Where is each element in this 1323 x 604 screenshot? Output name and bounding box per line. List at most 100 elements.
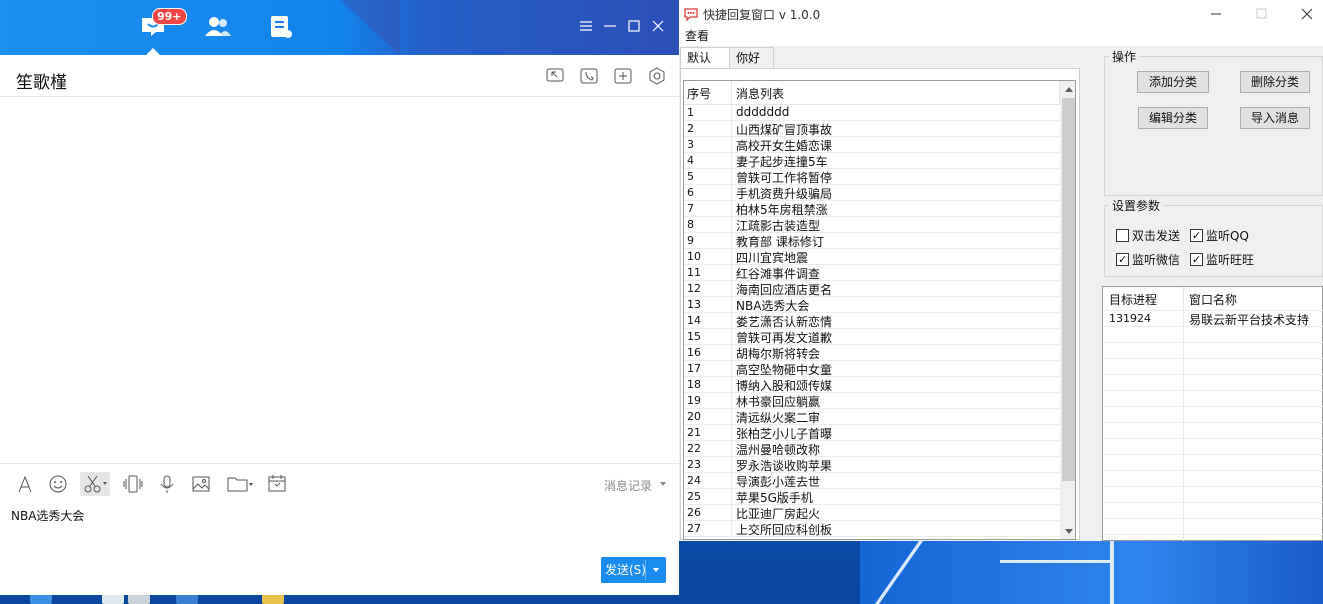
message-list: 序号 消息列表 1 ddddddd 2 山西煤矿冒顶事故 3 高校开女生婚恋课 4 妻子起步连… xyxy=(683,80,1076,540)
edit-category-button[interactable]: 编辑分类 xyxy=(1138,107,1208,129)
row-index: 15 xyxy=(687,330,701,343)
import-messages-button[interactable]: 导入消息 xyxy=(1240,107,1310,129)
scroll-up-icon[interactable] xyxy=(1065,87,1073,92)
table-row[interactable]: 16 胡梅尔斯将转会 xyxy=(684,345,1060,361)
table-row[interactable]: 21 张柏芝小儿子首曝 xyxy=(684,425,1060,441)
folder-icon[interactable] xyxy=(226,474,253,494)
table-row[interactable]: 5 曾轶可工作将暂停 xyxy=(684,169,1060,185)
row-message: 红谷滩事件调查 xyxy=(736,267,821,281)
table-row[interactable]: 1 ddddddd xyxy=(684,105,1060,121)
row-message: 林书豪回应躺赢 xyxy=(736,395,821,409)
message-input[interactable]: NBA选秀大会 xyxy=(11,507,84,524)
table-row[interactable] xyxy=(1103,391,1323,407)
table-row[interactable] xyxy=(1103,487,1323,503)
close-icon[interactable] xyxy=(1300,7,1314,21)
table-row[interactable]: 13 NBA选秀大会 xyxy=(684,297,1060,313)
double-click-send-checkbox[interactable]: 双击发送 xyxy=(1116,229,1180,243)
minimize-icon[interactable] xyxy=(600,16,620,36)
tab-hello[interactable]: 你好 xyxy=(729,47,774,68)
column-header-window-name[interactable]: 窗口名称 xyxy=(1189,291,1237,308)
table-row[interactable]: 10 四川宜宾地震 xyxy=(684,249,1060,265)
listen-wechat-checkbox[interactable]: ✓ 监听微信 xyxy=(1116,253,1180,267)
message-history-link[interactable]: 消息记录 xyxy=(604,477,652,494)
table-row[interactable]: 12 海南回应酒店更名 xyxy=(684,281,1060,297)
table-row[interactable] xyxy=(1103,519,1323,535)
row-message: 温州曼哈顿改称 xyxy=(736,443,821,457)
table-row[interactable]: 20 清远纵火案二审 xyxy=(684,409,1060,425)
table-row[interactable]: 8 江疏影古装造型 xyxy=(684,217,1060,233)
header-divider xyxy=(0,96,679,97)
row-index: 7 xyxy=(687,202,694,215)
row-index: 23 xyxy=(687,458,701,471)
calendar-icon[interactable] xyxy=(266,474,288,494)
scissors-icon[interactable] xyxy=(82,474,107,494)
table-row[interactable]: 19 林书豪回应躺赢 xyxy=(684,393,1060,409)
table-row[interactable]: 6 手机资费升级骗局 xyxy=(684,185,1060,201)
shake-icon[interactable] xyxy=(122,474,144,494)
table-row[interactable]: 11 红谷滩事件调查 xyxy=(684,265,1060,281)
screen-share-icon[interactable] xyxy=(545,66,565,86)
microphone-icon[interactable] xyxy=(156,474,178,494)
column-header-index[interactable]: 序号 xyxy=(687,85,711,102)
image-icon[interactable] xyxy=(190,474,212,494)
table-row[interactable]: 14 娄艺潇否认新恋情 xyxy=(684,313,1060,329)
row-index: 12 xyxy=(687,282,701,295)
operations-group-title: 操作 xyxy=(1109,48,1140,65)
table-row[interactable]: 24 导演彭小莲去世 xyxy=(684,473,1060,489)
table-row[interactable] xyxy=(1103,439,1323,455)
column-header-messages[interactable]: 消息列表 xyxy=(736,85,784,102)
vertical-scrollbar[interactable] xyxy=(1060,81,1075,539)
menu-icon[interactable] xyxy=(576,16,596,36)
table-row[interactable]: 4 妻子起步连撞5车 xyxy=(684,153,1060,169)
table-row[interactable]: 3 高校开女生婚恋课 xyxy=(684,137,1060,153)
table-row[interactable]: 9 教育部 课标修订 xyxy=(684,233,1060,249)
table-row[interactable] xyxy=(1103,503,1323,519)
row-index: 10 xyxy=(687,250,701,263)
table-row[interactable]: 2 山西煤矿冒顶事故 xyxy=(684,121,1060,137)
table-row[interactable] xyxy=(1103,471,1323,487)
listen-qq-checkbox[interactable]: ✓ 监听QQ xyxy=(1190,229,1249,243)
menu-view[interactable]: 查看 xyxy=(685,27,709,44)
table-row[interactable] xyxy=(1103,327,1323,343)
send-options-chevron-icon[interactable] xyxy=(653,568,659,572)
desktop-light-beam xyxy=(1110,541,1114,604)
voice-call-icon[interactable] xyxy=(579,66,599,86)
table-row[interactable] xyxy=(1103,423,1323,439)
table-row[interactable] xyxy=(1103,455,1323,471)
column-header-process[interactable]: 目标进程 xyxy=(1109,291,1157,308)
add-member-icon[interactable] xyxy=(613,66,633,86)
table-row[interactable] xyxy=(1103,407,1323,423)
emoji-icon[interactable] xyxy=(47,474,69,494)
space-tab-icon[interactable] xyxy=(266,12,296,42)
table-row[interactable] xyxy=(1103,359,1323,375)
send-button[interactable]: 发送(S) xyxy=(601,557,666,583)
table-row[interactable]: 18 博纳入股和颂传媒 xyxy=(684,377,1060,393)
maximize-icon[interactable] xyxy=(624,16,644,36)
table-row[interactable]: 131924 易联云新平台技术支持 xyxy=(1103,311,1323,327)
close-icon[interactable] xyxy=(648,16,668,36)
font-icon[interactable] xyxy=(15,474,37,494)
table-row[interactable]: 22 温州曼哈顿改称 xyxy=(684,441,1060,457)
contacts-tab-icon[interactable] xyxy=(202,12,232,42)
table-row[interactable]: 25 苹果5G版手机 xyxy=(684,489,1060,505)
table-row[interactable]: 7 柏林5年房租禁涨 xyxy=(684,201,1060,217)
minimize-icon[interactable] xyxy=(1209,7,1223,21)
table-row[interactable] xyxy=(1103,375,1323,391)
row-index: 18 xyxy=(687,378,701,391)
scroll-down-icon[interactable] xyxy=(1065,529,1073,534)
chevron-down-icon[interactable] xyxy=(660,482,666,486)
table-row[interactable]: 26 比亚迪厂房起火 xyxy=(684,505,1060,521)
listen-wangwang-checkbox[interactable]: ✓ 监听旺旺 xyxy=(1190,253,1254,267)
tab-default[interactable]: 默认 xyxy=(680,47,730,69)
table-row[interactable]: 23 罗永浩谈收购苹果 xyxy=(684,457,1060,473)
settings-icon[interactable] xyxy=(647,66,667,86)
row-index: 1 xyxy=(687,106,694,119)
table-row[interactable]: 17 高空坠物砸中女童 xyxy=(684,361,1060,377)
add-category-button[interactable]: 添加分类 xyxy=(1137,71,1209,93)
table-row[interactable] xyxy=(1103,343,1323,359)
row-index: 25 xyxy=(687,490,701,503)
delete-category-button[interactable]: 删除分类 xyxy=(1240,71,1310,93)
scrollbar-thumb[interactable] xyxy=(1062,98,1075,481)
table-row[interactable]: 27 上交所回应科创板 xyxy=(684,521,1060,537)
table-row[interactable]: 15 曾轶可再发文道歉 xyxy=(684,329,1060,345)
